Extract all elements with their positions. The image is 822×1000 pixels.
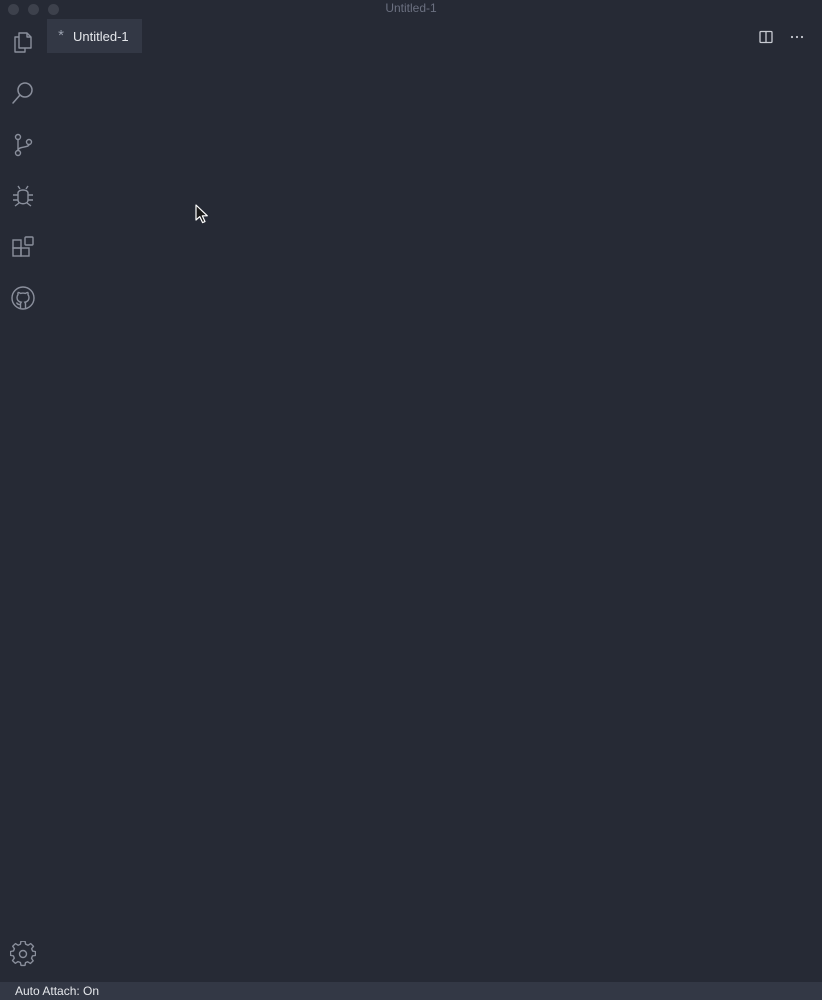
gear-icon[interactable] xyxy=(9,940,37,968)
tab-untitled-1[interactable]: * Untitled-1 xyxy=(47,19,142,53)
github-icon[interactable] xyxy=(9,284,37,312)
status-bar: Auto Attach: On xyxy=(0,982,822,1000)
dirty-indicator: * xyxy=(58,26,64,44)
editor-area[interactable] xyxy=(47,54,822,982)
tab-label: Untitled-1 xyxy=(73,28,129,44)
files-icon[interactable] xyxy=(9,28,37,56)
source-control-icon[interactable] xyxy=(9,131,37,159)
tab-bar: * Untitled-1 xyxy=(47,18,822,54)
activity-bar xyxy=(0,18,47,982)
vscode-window: Untitled-1 * Untitled-1 Auto Attach: On xyxy=(0,0,822,1000)
more-actions-icon[interactable] xyxy=(787,27,807,47)
debug-icon[interactable] xyxy=(9,182,37,210)
search-icon[interactable] xyxy=(9,79,37,107)
window-title: Untitled-1 xyxy=(385,1,437,15)
auto-attach-status[interactable]: Auto Attach: On xyxy=(15,984,99,998)
extensions-icon[interactable] xyxy=(9,233,37,261)
split-editor-icon[interactable] xyxy=(756,27,776,47)
mouse-pointer-icon xyxy=(195,204,209,229)
title-bar: Untitled-1 xyxy=(0,0,822,18)
